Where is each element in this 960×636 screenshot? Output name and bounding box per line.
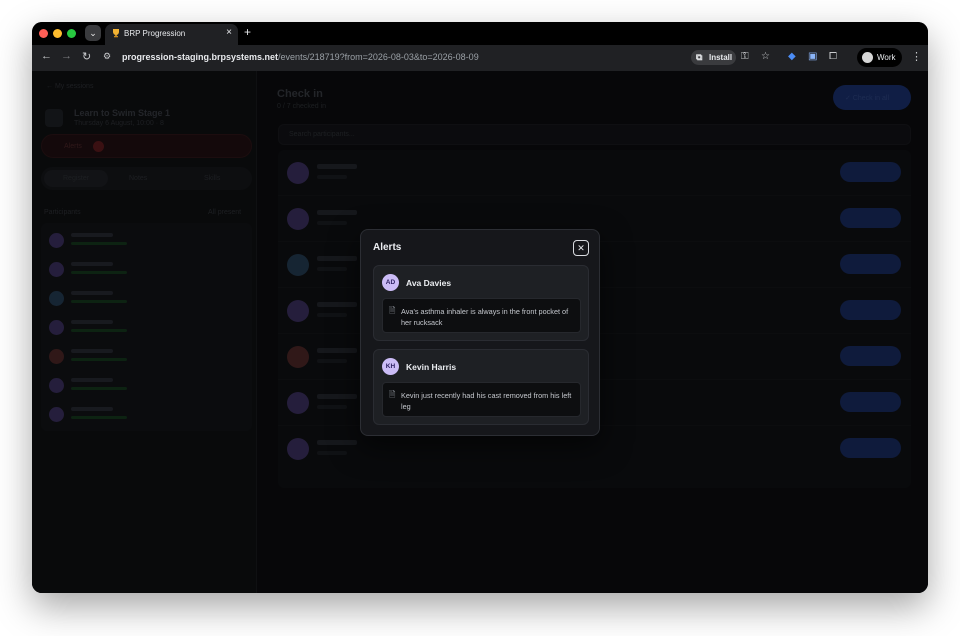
alert-participant-name: Ava Davies (406, 278, 452, 288)
extensions-puzzle-icon[interactable]: ⧠ (829, 51, 837, 62)
new-tab-button[interactable]: + (244, 25, 251, 39)
avatar: KH (382, 358, 399, 375)
profile-button[interactable]: Work (857, 48, 902, 67)
alert-participant-name: Kevin Harris (406, 362, 457, 372)
browser-toolbar: ← → ↻ ⚙ progression-staging.brpsystems.n… (32, 45, 928, 71)
browser-tab[interactable]: BRP Progression × (105, 24, 238, 45)
tab-title: BRP Progression (124, 29, 186, 38)
install-label: Install (709, 53, 733, 62)
modal-title: Alerts (373, 242, 402, 253)
profile-avatar (862, 52, 873, 63)
trophy-icon (113, 29, 119, 38)
install-button[interactable]: ⧉ Install (691, 50, 736, 65)
document-icon: 🗎 (389, 390, 396, 399)
url-host: progression-staging.brpsystems.net (122, 52, 279, 62)
alert-note: 🗎 Kevin just recently had his cast remov… (382, 382, 581, 417)
close-icon[interactable]: ✕ (573, 240, 589, 256)
browser-window: ⌄ BRP Progression × + ← → ↻ ⚙ progressio… (32, 22, 928, 593)
url-path: /events/218719?from=2026-08-03&to=2026-0… (278, 52, 479, 62)
profile-label: Work (877, 53, 896, 62)
alert-note-text: Ava's asthma inhaler is always in the fr… (401, 307, 569, 327)
back-arrow-icon[interactable]: ← (41, 50, 52, 62)
address-bar[interactable]: progression-staging.brpsystems.net/event… (122, 52, 479, 62)
close-icon[interactable]: × (226, 27, 232, 38)
alerts-modal: Alerts ✕ AD Ava Davies 🗎 Ava's asthma in… (360, 229, 600, 436)
avatar: AD (382, 274, 399, 291)
tab-search-chevron-icon[interactable]: ⌄ (85, 25, 101, 41)
app-page: ← My sessions Learn to Swim Stage 1 Thur… (32, 71, 928, 593)
tab-bar: ⌄ BRP Progression × + (32, 22, 928, 45)
password-key-icon[interactable]: ⚿ (741, 51, 749, 62)
alert-card: KH Kevin Harris 🗎 Kevin just recently ha… (373, 349, 589, 425)
document-icon: 🗎 (389, 306, 396, 315)
alert-note-text: Kevin just recently had his cast removed… (401, 391, 572, 411)
browser-menu-icon[interactable]: ⋮ (911, 50, 922, 63)
install-icon: ⧉ (696, 52, 703, 62)
alert-card: AD Ava Davies 🗎 Ava's asthma inhaler is … (373, 265, 589, 341)
star-bookmark-icon[interactable]: ☆ (761, 51, 770, 62)
minimize-window-button[interactable] (53, 29, 62, 38)
close-window-button[interactable] (39, 29, 48, 38)
extension-translate-icon[interactable]: ▣ (808, 51, 817, 62)
forward-arrow-icon[interactable]: → (61, 50, 72, 62)
site-settings-icon[interactable]: ⚙ (103, 51, 111, 62)
alert-note: 🗎 Ava's asthma inhaler is always in the … (382, 298, 581, 333)
maximize-window-button[interactable] (67, 29, 76, 38)
reload-icon[interactable]: ↻ (82, 50, 91, 63)
extension-blue-icon[interactable]: ◆ (788, 51, 796, 62)
